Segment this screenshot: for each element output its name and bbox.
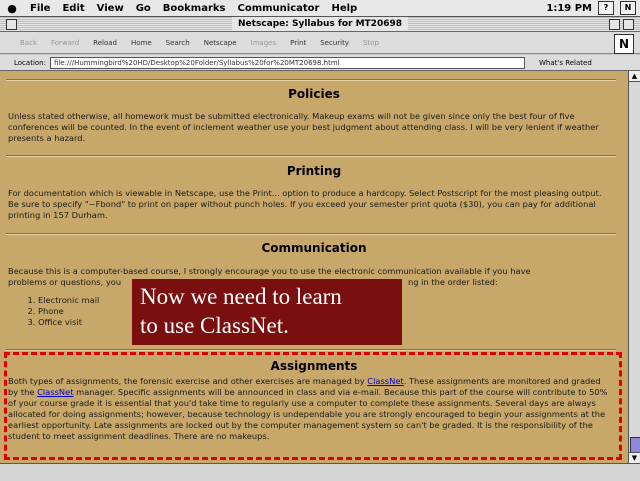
reload-button[interactable]: Reload — [93, 39, 117, 47]
printing-text: For documentation which is viewable in N… — [8, 188, 602, 220]
security-button[interactable]: Security — [320, 39, 349, 47]
collapse-box-icon[interactable] — [623, 19, 634, 30]
navigation-toolbar: Back Forward Reload Home Search Netscape… — [0, 32, 640, 54]
close-box-icon[interactable] — [6, 19, 17, 30]
assignments-highlight-box — [4, 352, 622, 460]
forward-button[interactable]: Forward — [51, 39, 79, 47]
scroll-up-arrow-icon[interactable]: ▲ — [629, 71, 640, 82]
divider — [6, 155, 616, 157]
list-item: Phone — [38, 306, 99, 317]
zoom-box-icon[interactable] — [609, 19, 620, 30]
menu-edit[interactable]: Edit — [56, 3, 90, 14]
contact-method-list: Electronic mail Phone Office visit — [24, 295, 99, 328]
callout-line-2: to use ClassNet. — [140, 313, 289, 338]
back-button[interactable]: Back — [20, 39, 37, 47]
menu-help[interactable]: Help — [325, 3, 363, 14]
communication-heading: Communication — [261, 241, 367, 255]
communication-text-line-1: Because this is a computer-based course,… — [8, 266, 531, 276]
stop-button[interactable]: Stop — [363, 39, 379, 47]
vertical-scrollbar[interactable]: ▲ ▼ — [628, 71, 640, 463]
menu-communicator[interactable]: Communicator — [231, 3, 325, 14]
menu-file[interactable]: File — [24, 3, 56, 14]
window-title: Netscape: Syllabus for MT20698 — [232, 17, 408, 31]
whats-related-button[interactable]: What's Related — [539, 59, 592, 67]
printing-heading: Printing — [286, 164, 342, 178]
images-button[interactable]: Images — [251, 39, 277, 47]
search-button[interactable]: Search — [166, 39, 190, 47]
print-button[interactable]: Print — [290, 39, 306, 47]
menu-bar: ● File Edit View Go Bookmarks Communicat… — [0, 0, 640, 17]
scroll-down-arrow-icon[interactable]: ▼ — [629, 452, 640, 463]
callout-line-1: Now we need to learn — [140, 284, 342, 309]
netscape-logo-icon[interactable]: N — [614, 34, 634, 54]
application-menu-icon[interactable]: N — [620, 1, 636, 15]
apple-menu-icon[interactable]: ● — [0, 2, 24, 15]
menu-clock: 1:19 PM — [546, 2, 592, 14]
communication-text-line-2: problems or questions, you — [8, 277, 122, 287]
url-field[interactable]: file:///Hummingbird%20HD/Desktop%20Folde… — [50, 56, 525, 69]
home-button[interactable]: Home — [131, 39, 152, 47]
location-bar: Location: file:///Hummingbird%20HD/Deskt… — [0, 55, 640, 71]
divider — [6, 79, 616, 81]
communication-text-line-2-end: ng in the order listed: — [408, 277, 498, 287]
list-item: Office visit — [38, 317, 99, 328]
menu-view[interactable]: View — [91, 3, 130, 14]
location-label: Location: — [14, 58, 46, 67]
menu-go[interactable]: Go — [130, 3, 157, 14]
policies-heading: Policies — [288, 87, 340, 101]
status-bar — [0, 463, 640, 481]
divider — [6, 233, 616, 235]
list-item: Electronic mail — [38, 295, 99, 306]
window-title-bar[interactable]: Netscape: Syllabus for MT20698 — [0, 17, 640, 32]
netscape-button[interactable]: Netscape — [204, 39, 237, 47]
menu-bookmarks[interactable]: Bookmarks — [157, 3, 232, 14]
annotation-callout: Now we need to learn to use ClassNet. — [132, 279, 402, 345]
divider — [6, 349, 616, 351]
policies-text: Unless stated otherwise, all homework mu… — [8, 111, 599, 143]
help-balloon-icon[interactable]: ? — [598, 1, 614, 15]
